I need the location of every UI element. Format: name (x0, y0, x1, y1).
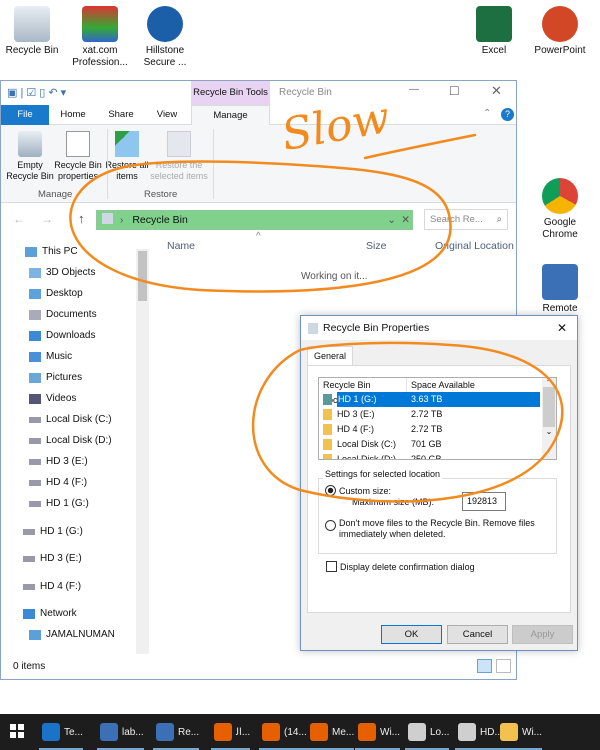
taskbar-item[interactable]: Te... (39, 719, 83, 750)
taskbar-item[interactable]: Wi... (497, 719, 542, 750)
taskbar: Te... lab... Re... ﺍﻟ... (14... Me... Wi... Lo.… (0, 714, 600, 750)
app-icon (458, 723, 476, 741)
taskbar-item[interactable]: lab... (97, 719, 144, 750)
app-icon (500, 723, 518, 741)
app-icon (310, 723, 328, 741)
taskbar-item[interactable]: Re... (152, 719, 200, 750)
taskbar-item[interactable]: Me... (306, 719, 355, 750)
app-icon (100, 723, 118, 741)
taskbar-item[interactable]: ﺍﻟ... (210, 719, 251, 750)
taskbar-item[interactable]: Lo... (404, 719, 450, 750)
app-icon (214, 723, 232, 741)
app-icon (42, 723, 60, 741)
annotation-text: Slow (278, 92, 394, 161)
annotation-ellipse-dialog (251, 341, 564, 503)
app-icon (262, 723, 280, 741)
taskbar-item[interactable]: (14... (259, 719, 307, 750)
annotation-ellipse-explorer (69, 160, 452, 293)
taskbar-item[interactable]: HD... (455, 719, 503, 750)
app-icon (358, 723, 376, 741)
taskbar-item[interactable]: Wi... (355, 719, 400, 750)
start-button[interactable] (10, 724, 24, 738)
handwritten-annotation: Slow (69, 92, 564, 503)
app-icon (408, 723, 426, 741)
app-icon (156, 723, 174, 741)
